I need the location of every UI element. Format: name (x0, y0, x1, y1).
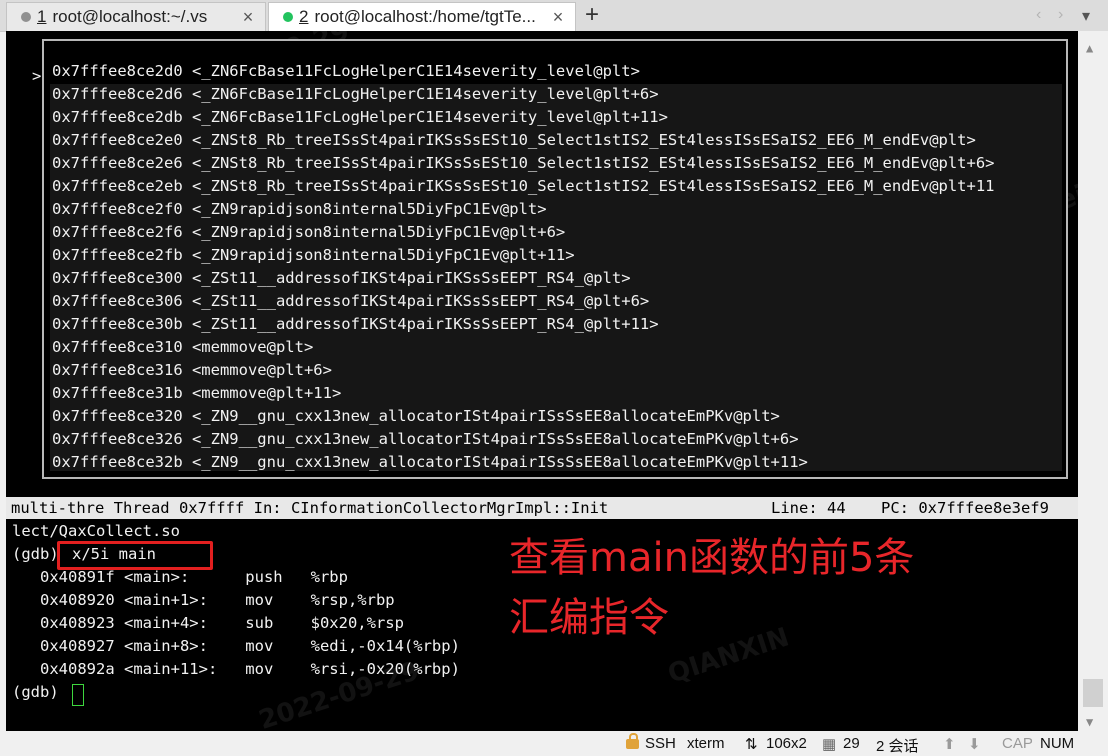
asm-line: 0x7fffee8ce306 <_ZSt11__addressofIKSt4pa… (52, 292, 650, 310)
asm-line: 0x7fffee8ce326 <_ZN9__gnu_cxx13new_alloc… (52, 430, 799, 448)
protocol-label: SSH (645, 735, 676, 752)
disassembly-line: 0x40891f <main>: push %rbp (12, 568, 348, 586)
tab-number: 2 (299, 7, 309, 26)
tab-session-1[interactable]: 1 root@localhost:~/.vs × (6, 2, 266, 31)
session-count: 2 会话 (876, 738, 919, 755)
tab-title: root@localhost:~/.vs (52, 7, 208, 26)
asm-line: 0x7fffee8ce2db <_ZN6FcBase11FcLogHelperC… (52, 108, 668, 126)
upload-icon: ⬆ (943, 736, 956, 753)
asm-line: 0x7fffee8ce2e6 <_ZNSt8_Rb_treeISsSt4pair… (52, 154, 995, 172)
scroll-up-icon[interactable]: ▲ (1086, 41, 1093, 55)
asm-line: 0x7fffee8ce2f0 <_ZN9rapidjson8internal5D… (52, 200, 547, 218)
grid-icon: ▦ (822, 736, 837, 753)
chevron-left-icon[interactable]: ‹ (1036, 6, 1041, 24)
disassembly-line: 0x40892a <main+11>: mov %rsi,-0x20(%rbp) (12, 660, 460, 678)
disassembly-line: 0x408920 <main+1>: mov %rsp,%rbp (12, 591, 395, 609)
chevron-down-icon[interactable]: ▾ (1082, 6, 1090, 26)
vertical-scrollbar[interactable]: ▲ ▼ (1078, 31, 1108, 731)
lock-icon (626, 733, 639, 749)
tab-status-dot (283, 12, 293, 22)
scrollbar-thumb[interactable] (1083, 679, 1103, 707)
status-thread: multi-thre Thread 0x7ffff In: CInformati… (11, 499, 609, 517)
tab-bar: 1 root@localhost:~/.vs × 2 root@localhos… (0, 0, 1108, 32)
asm-line: 0x7fffee8ce320 <_ZN9__gnu_cxx13new_alloc… (52, 407, 780, 425)
disassembly-line: 0x408923 <main+4>: sub $0x20,%rsp (12, 614, 404, 632)
disassembly-line: 0x408927 <main+8>: mov %edi,-0x14(%rbp) (12, 637, 460, 655)
asm-line: 0x7fffee8ce2d6 <_ZN6FcBase11FcLogHelperC… (52, 85, 659, 103)
current-instruction-marker: > (32, 67, 42, 85)
num-lock-indicator: NUM (1040, 735, 1075, 752)
cursor-line: 29 (843, 735, 860, 752)
tab-status-dot (21, 12, 31, 22)
console-final-prompt: (gdb) (12, 683, 59, 701)
asm-line: 0x7fffee8ce32b <_ZN9__gnu_cxx13new_alloc… (52, 453, 808, 471)
annotation-line-1: 查看main函数的前5条 (509, 535, 915, 581)
status-bar: SSH xterm ⇅ 106x2 ▦ 29 2 会话 ⬆ ⬇ CAP NUM (0, 731, 1108, 756)
asm-line: 0x7fffee8ce2eb <_ZNSt8_Rb_treeISsSt4pair… (52, 177, 995, 195)
terminal-type: xterm (687, 735, 725, 752)
asm-line: 0x7fffee8ce300 <_ZSt11__addressofIKSt4pa… (52, 269, 631, 287)
terminal-area[interactable]: 2022-09-29 sanganlei QIANXIN 2022-09-29 … (6, 31, 1078, 731)
asm-line: 0x7fffee8ce30b <_ZSt11__addressofIKSt4pa… (52, 315, 659, 333)
watermark: QIANXIN (664, 622, 793, 690)
console-prompt: (gdb) (12, 545, 59, 563)
scroll-down-icon[interactable]: ▼ (1086, 715, 1093, 729)
terminal-size: 106x2 (766, 735, 807, 752)
tab-number: 1 (37, 7, 47, 26)
tab-title: root@localhost:/home/tgtTe... (314, 7, 536, 26)
console-output: lect/QaxCollect.so (12, 522, 180, 540)
asm-line: 0x7fffee8ce31b <memmove@plt+11> (52, 384, 342, 402)
asm-line: 0x7fffee8ce2f6 <_ZN9rapidjson8internal5D… (52, 223, 566, 241)
close-icon[interactable]: × (547, 7, 569, 28)
asm-line: 0x7fffee8ce316 <memmove@plt+6> (52, 361, 332, 379)
close-icon[interactable]: × (237, 7, 259, 28)
status-pc: PC: 0x7fffee8e3ef9 (881, 499, 1049, 517)
caps-lock-indicator: CAP (1002, 735, 1033, 752)
annotation-line-2: 汇编指令 (509, 595, 669, 641)
asm-line: 0x7fffee8ce2e0 <_ZNSt8_Rb_treeISsSt4pair… (52, 131, 976, 149)
asm-line: 0x7fffee8ce2fb <_ZN9rapidjson8internal5D… (52, 246, 575, 264)
text-cursor (72, 684, 84, 706)
asm-line: 0x7fffee8ce310 <memmove@plt> (52, 338, 314, 356)
add-tab-icon[interactable]: + (580, 3, 604, 28)
gdb-status-line: multi-thre Thread 0x7ffff In: CInformati… (6, 497, 1078, 519)
asm-line: 0x7fffee8ce2d0 <_ZN6FcBase11FcLogHelperC… (52, 62, 640, 80)
resize-icon: ⇅ (745, 736, 758, 753)
tab-session-2[interactable]: 2 root@localhost:/home/tgtTe... × (268, 2, 576, 31)
status-line-number: Line: 44 (771, 499, 846, 517)
chevron-right-icon[interactable]: › (1058, 6, 1063, 24)
download-icon: ⬇ (968, 736, 981, 753)
